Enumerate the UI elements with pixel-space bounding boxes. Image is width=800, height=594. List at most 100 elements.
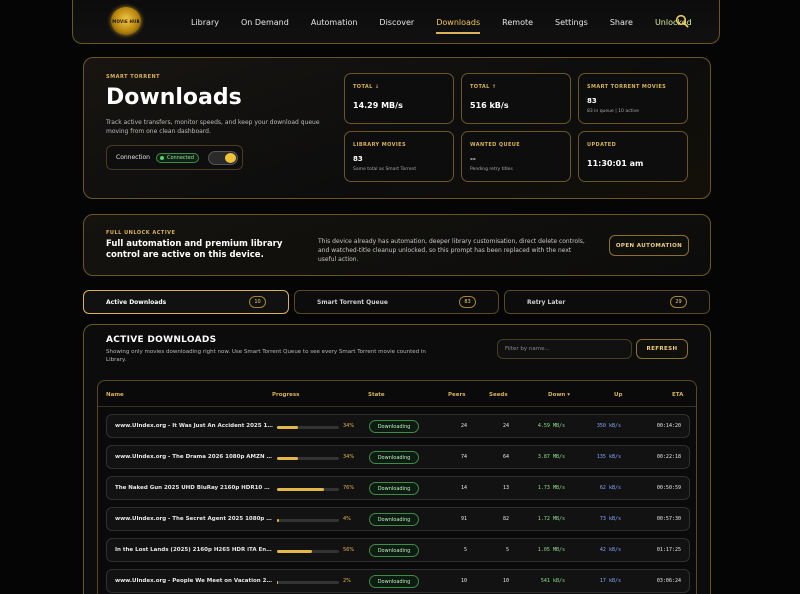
upload-speed: 73 kB/s bbox=[599, 516, 621, 522]
nav-item-library[interactable]: Library bbox=[191, 18, 219, 27]
connection-status-badge: Connected bbox=[155, 152, 199, 163]
column-header-peers[interactable]: Peers bbox=[448, 392, 465, 398]
stat-label: SMART TORRENT MOVIES bbox=[587, 84, 667, 90]
search-icon[interactable] bbox=[675, 14, 689, 28]
stat-library-movies: LIBRARY MOVIES 83 Same total as Smart To… bbox=[344, 131, 454, 182]
stat-label: UPDATED bbox=[587, 142, 617, 148]
tab-retry-later[interactable]: Retry Later 29 bbox=[504, 290, 710, 314]
connection-card: Connection Connected bbox=[106, 145, 243, 170]
stat-wanted-queue: WANTED QUEUE -- Pending retry titles bbox=[461, 131, 571, 182]
table-row[interactable]: www.UIndex.org - The Drama 2026 1080p AM… bbox=[106, 445, 690, 469]
panel-title: ACTIVE DOWNLOADS bbox=[106, 335, 217, 345]
tab-smart-torrent-queue[interactable]: Smart Torrent Queue 83 bbox=[294, 290, 499, 314]
eta-value: 00:50:59 bbox=[656, 485, 681, 491]
seeds-value: 64 bbox=[502, 454, 509, 460]
eta-value: 00:22:18 bbox=[656, 454, 681, 460]
eta-value: 00:14:20 bbox=[656, 423, 681, 429]
stat-sub: Same total as Smart Torrent bbox=[353, 167, 417, 172]
column-header-up[interactable]: Up bbox=[614, 392, 622, 398]
peers-value: 24 bbox=[460, 423, 467, 429]
upload-speed: 135 kB/s bbox=[596, 454, 621, 460]
filter-input[interactable] bbox=[497, 339, 632, 359]
progress-percent: 4% bbox=[343, 516, 351, 522]
nav-item-remote[interactable]: Remote bbox=[502, 18, 533, 27]
seeds-value: 24 bbox=[502, 423, 509, 429]
state-badge: Downloading bbox=[369, 482, 419, 495]
stat-label: LIBRARY MOVIES bbox=[353, 142, 406, 148]
panel-description: Showing only movies downloading right no… bbox=[106, 349, 426, 363]
refresh-button[interactable]: REFRESH bbox=[636, 339, 688, 359]
column-header-down[interactable]: Down ▾ bbox=[548, 392, 570, 398]
progress-percent: 76% bbox=[343, 485, 355, 491]
peers-value: 14 bbox=[460, 485, 467, 491]
progress-fill bbox=[277, 488, 325, 491]
state-badge: Downloading bbox=[369, 513, 419, 526]
stat-value: -- bbox=[470, 155, 476, 163]
tab-count-badge: 10 bbox=[249, 296, 266, 308]
column-header-progress[interactable]: Progress bbox=[272, 392, 299, 398]
column-header-seeds[interactable]: Seeds bbox=[489, 392, 508, 398]
table-row[interactable]: www.UIndex.org - The Secret Agent 2025 1… bbox=[106, 507, 690, 531]
column-header-name[interactable]: Name bbox=[106, 392, 124, 398]
progress-percent: 56% bbox=[343, 547, 355, 553]
downloads-table: Name Progress State Peers Seeds Down ▾ U… bbox=[97, 380, 697, 594]
progress-bar bbox=[277, 457, 339, 460]
progress-fill bbox=[277, 457, 299, 460]
seeds-value: 5 bbox=[505, 547, 509, 553]
tab-label: Active Downloads bbox=[106, 298, 167, 306]
unlock-eyebrow: FULL UNLOCK ACTIVE bbox=[106, 230, 176, 236]
table-row[interactable]: www.UIndex.org - People We Meet on Vacat… bbox=[106, 569, 690, 593]
nav-item-settings[interactable]: Settings bbox=[555, 18, 588, 27]
progress-bar bbox=[277, 519, 339, 522]
state-badge: Downloading bbox=[369, 451, 419, 464]
table-header: Name Progress State Peers Seeds Down ▾ U… bbox=[98, 381, 696, 407]
stat-value: 14.29 MB/s bbox=[353, 101, 403, 110]
progress-fill bbox=[277, 519, 280, 522]
table-row[interactable]: The Naked Gun 2025 UHD BluRay 2160p HDR1… bbox=[106, 476, 690, 500]
download-speed: 4.59 MB/s bbox=[537, 423, 565, 429]
state-badge: Downloading bbox=[369, 544, 419, 557]
toggle-knob bbox=[225, 153, 236, 163]
tab-count-badge: 83 bbox=[459, 296, 476, 308]
stat-smart-torrent-movies: SMART TORRENT MOVIES 83 83 in queue | 10… bbox=[578, 73, 688, 124]
nav-item-discover[interactable]: Discover bbox=[379, 18, 414, 27]
progress-fill bbox=[277, 426, 299, 429]
column-header-eta[interactable]: ETA bbox=[672, 392, 683, 398]
stat-value: 83 bbox=[587, 97, 597, 105]
eta-value: 01:17:25 bbox=[656, 547, 681, 553]
table-row[interactable]: In the Lost Lands (2025) 2160p H265 HDR … bbox=[106, 538, 690, 562]
seeds-value: 13 bbox=[502, 485, 509, 491]
stat-label: WANTED QUEUE bbox=[470, 142, 521, 148]
peers-value: 10 bbox=[460, 578, 467, 584]
connection-toggle[interactable] bbox=[208, 151, 238, 165]
progress-bar bbox=[277, 550, 339, 553]
nav-item-on-demand[interactable]: On Demand bbox=[241, 18, 289, 27]
stat-sub: 83 in queue | 10 active bbox=[587, 109, 639, 114]
progress-bar bbox=[277, 488, 339, 491]
tab-label: Smart Torrent Queue bbox=[317, 298, 388, 306]
stat-value: 516 kB/s bbox=[470, 101, 509, 110]
tab-active-downloads[interactable]: Active Downloads 10 bbox=[83, 290, 289, 314]
nav-item-share[interactable]: Share bbox=[610, 18, 633, 27]
nav-item-automation[interactable]: Automation bbox=[311, 18, 358, 27]
movie-hub-logo[interactable]: MOVIE HUB bbox=[111, 7, 141, 35]
upload-speed: 17 kB/s bbox=[599, 578, 621, 584]
download-speed: 1.05 MB/s bbox=[537, 547, 565, 553]
column-header-state[interactable]: State bbox=[368, 392, 385, 398]
torrent-name: The Naked Gun 2025 UHD BluRay 2160p HDR1… bbox=[115, 485, 273, 491]
download-speed: 541 kB/s bbox=[540, 578, 565, 584]
unlock-description: This device already has automation, deep… bbox=[318, 238, 585, 263]
tab-count-badge: 29 bbox=[670, 296, 687, 308]
eta-value: 00:57:30 bbox=[656, 516, 681, 522]
nav-item-downloads[interactable]: Downloads bbox=[436, 18, 480, 34]
torrent-name: www.UIndex.org - People We Meet on Vacat… bbox=[115, 578, 273, 584]
peers-value: 74 bbox=[460, 454, 467, 460]
download-speed: 1.72 MB/s bbox=[537, 516, 565, 522]
progress-percent: 2% bbox=[343, 578, 351, 584]
progress-percent: 34% bbox=[343, 423, 355, 429]
table-row[interactable]: www.UIndex.org - It Was Just An Accident… bbox=[106, 414, 690, 438]
open-automation-button[interactable]: OPEN AUTOMATION bbox=[609, 235, 689, 256]
active-downloads-panel: ACTIVE DOWNLOADS Showing only movies dow… bbox=[83, 324, 711, 594]
state-badge: Downloading bbox=[369, 420, 419, 433]
stat-label: TOTAL ↓ bbox=[353, 84, 380, 90]
